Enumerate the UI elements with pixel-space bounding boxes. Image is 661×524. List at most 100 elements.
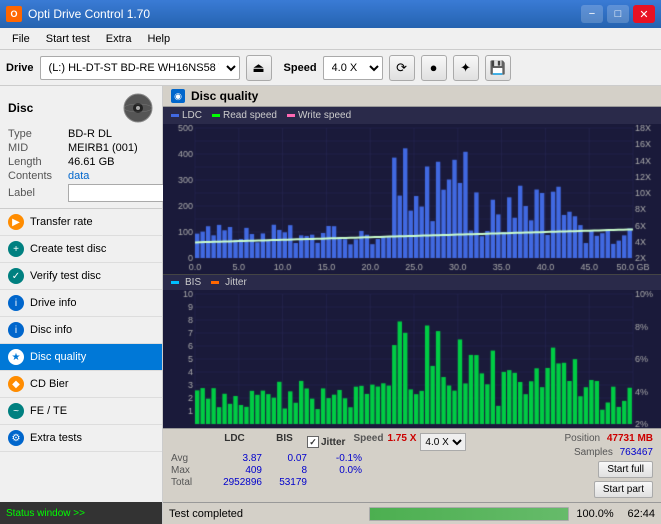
sidebar-item-label: Create test disc: [30, 243, 106, 255]
max-label: Max: [171, 465, 207, 476]
refresh-button[interactable]: ⟳: [389, 55, 415, 81]
maximize-button[interactable]: □: [607, 5, 629, 23]
drive-label: Drive: [6, 62, 34, 74]
jitter-checkbox[interactable]: ✓: [307, 436, 319, 448]
speed-stat-select[interactable]: 4.0 X: [420, 433, 466, 451]
sidebar-item-fe-te[interactable]: ~ FE / TE: [0, 398, 162, 425]
disc-header: Disc: [8, 92, 154, 124]
menu-file[interactable]: File: [4, 31, 38, 47]
write-legend-dot: [287, 114, 295, 117]
charts-area: LDC Read speed Write speed BIS: [163, 107, 661, 428]
sidebar-item-label: Drive info: [30, 297, 76, 309]
legend-read: Read speed: [212, 110, 277, 121]
total-label: Total: [171, 477, 207, 488]
sidebar-item-label: Verify test disc: [30, 270, 101, 282]
start-part-button[interactable]: Start part: [594, 481, 653, 498]
bottom-status: Test completed: [169, 508, 363, 520]
speed-stat-value: 1.75 X: [387, 433, 416, 451]
disc-label-row: Label 🔍: [8, 184, 154, 202]
disc-icon: [122, 92, 154, 124]
star-button[interactable]: ✦: [453, 55, 479, 81]
position-label: Position: [565, 433, 601, 444]
sidebar-item-drive-info[interactable]: i Drive info: [0, 290, 162, 317]
disc-label-input[interactable]: [68, 184, 164, 202]
stats-avg-row: Avg 3.87 0.07 -0.1%: [171, 453, 557, 464]
avg-ldc: 3.87: [207, 453, 262, 464]
save-button[interactable]: 💾: [485, 55, 511, 81]
extra-tests-icon: ⚙: [8, 430, 24, 446]
disc-contents-row: Contents data: [8, 170, 154, 182]
sidebar-item-disc-info[interactable]: i Disc info: [0, 317, 162, 344]
lower-legend: BIS Jitter: [163, 275, 661, 290]
disc-title: Disc: [8, 101, 33, 115]
speed-stat-label: Speed: [353, 433, 383, 451]
transfer-rate-icon: ▶: [8, 214, 24, 230]
bottom-progress-fill: [370, 508, 568, 520]
avg-bis: 0.07: [262, 453, 307, 464]
chart-title: Disc quality: [191, 89, 258, 103]
upper-chart-canvas: [163, 124, 661, 274]
app-icon: O: [6, 6, 22, 22]
sidebar-item-extra-tests[interactable]: ⚙ Extra tests: [0, 425, 162, 452]
jitter-legend-label: Jitter: [225, 277, 247, 288]
create-test-disc-icon: +: [8, 241, 24, 257]
stats-right: Position 47731 MB Samples 763467 Start f…: [565, 433, 654, 498]
sidebar-item-cd-bier[interactable]: ◆ CD Bier: [0, 371, 162, 398]
stats-footer: LDC BIS ✓ Jitter Speed 1.75 X 4.0 X: [163, 428, 661, 502]
main-content: Disc Type BD-R DL MID MEIRB1 (001): [0, 86, 661, 524]
status-window[interactable]: Status window >>: [0, 502, 162, 524]
position-row: Position 47731 MB: [565, 433, 654, 444]
speed-label: Speed: [284, 62, 317, 74]
disc-info-icon: i: [8, 322, 24, 338]
start-full-button[interactable]: Start full: [598, 461, 653, 478]
sidebar-bottom: Status window >>: [0, 502, 162, 524]
total-ldc: 2952896: [207, 477, 262, 488]
samples-value: 763467: [620, 447, 653, 458]
eject-button[interactable]: ⏏: [246, 55, 272, 81]
close-button[interactable]: ✕: [633, 5, 655, 23]
ldc-header: LDC: [207, 433, 262, 451]
sidebar-item-disc-quality[interactable]: ★ Disc quality: [0, 344, 162, 371]
max-bis: 8: [262, 465, 307, 476]
app-title: Opti Drive Control 1.70: [28, 7, 150, 21]
upper-chart: [163, 124, 661, 275]
minimize-button[interactable]: −: [581, 5, 603, 23]
bottom-percentage: 100.0%: [575, 508, 615, 520]
stats-left: LDC BIS ✓ Jitter Speed 1.75 X 4.0 X: [171, 433, 557, 488]
fe-te-icon: ~: [8, 403, 24, 419]
menu-extra[interactable]: Extra: [98, 31, 140, 47]
speed-select[interactable]: 4.0 X: [323, 56, 383, 80]
menu-help[interactable]: Help: [139, 31, 178, 47]
lower-chart: [163, 290, 661, 428]
bis-header: BIS: [262, 433, 307, 451]
ldc-legend-dot: [171, 114, 179, 117]
jitter-header: Jitter: [321, 437, 345, 448]
jitter-legend: Jitter: [211, 277, 247, 288]
chart-header: ◉ Disc quality: [163, 86, 661, 107]
chart-header-icon: ◉: [171, 89, 185, 103]
disc-panel: Disc Type BD-R DL MID MEIRB1 (001): [0, 86, 162, 209]
read-legend-label: Read speed: [223, 110, 277, 121]
menu-start-test[interactable]: Start test: [38, 31, 98, 47]
disc-mid-row: MID MEIRB1 (001): [8, 142, 154, 154]
read-legend-dot: [212, 114, 220, 117]
title-bar: O Opti Drive Control 1.70 − □ ✕: [0, 0, 661, 28]
sidebar-item-create-test-disc[interactable]: + Create test disc: [0, 236, 162, 263]
sidebar-item-verify-test-disc[interactable]: ✓ Verify test disc: [0, 263, 162, 290]
position-value: 47731 MB: [607, 433, 653, 444]
record-button[interactable]: ●: [421, 55, 447, 81]
disc-type-row: Type BD-R DL: [8, 128, 154, 140]
disc-length-row: Length 46.61 GB: [8, 156, 154, 168]
ldc-legend-label: LDC: [182, 110, 202, 121]
chart-legend: LDC Read speed Write speed: [163, 107, 661, 124]
bottom-progress-bar: [369, 507, 569, 521]
sidebar-item-label: Disc info: [30, 324, 72, 336]
sidebar-item-transfer-rate[interactable]: ▶ Transfer rate: [0, 209, 162, 236]
samples-row: Samples 763467: [574, 447, 653, 458]
disc-quality-icon: ★: [8, 349, 24, 365]
status-window-label: Status window >>: [6, 508, 85, 519]
bottom-time: 62:44: [615, 508, 655, 520]
title-bar-left: O Opti Drive Control 1.70: [6, 6, 150, 22]
legend-write: Write speed: [287, 110, 351, 121]
drive-select[interactable]: (L:) HL-DT-ST BD-RE WH16NS58 TST4: [40, 56, 240, 80]
